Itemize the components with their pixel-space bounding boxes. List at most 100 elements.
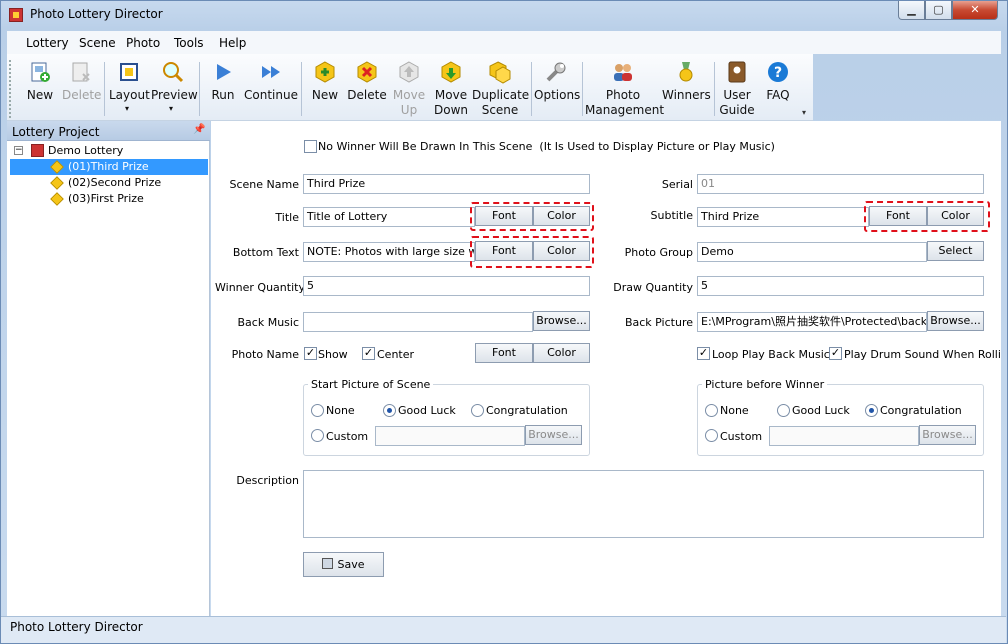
continue-button[interactable]: Continue <box>244 56 298 118</box>
start-none-label: None <box>326 404 355 417</box>
tree-item-scene-3[interactable]: (03)First Prize <box>68 191 144 207</box>
back-music-input[interactable] <box>303 312 533 332</box>
photo-name-font-button[interactable]: Font <box>475 343 533 363</box>
new-scene-label: New <box>311 88 339 102</box>
toolbar-overflow-icon[interactable]: ▾ <box>802 108 806 117</box>
layout-dropdown-icon: ▾ <box>125 104 130 113</box>
new-project-icon <box>31 62 50 82</box>
description-textarea[interactable] <box>303 470 984 538</box>
back-picture-browse-button[interactable]: Browse... <box>927 311 984 331</box>
photo-name-color-button[interactable]: Color <box>533 343 590 363</box>
loop-music-checkbox[interactable]: ✓ <box>697 347 710 360</box>
faq-button[interactable]: ? FAQ <box>760 56 796 118</box>
serial-label: Serial <box>661 178 693 191</box>
back-music-browse-button[interactable]: Browse... <box>533 311 590 331</box>
move-up-button[interactable]: Move Up <box>391 56 427 118</box>
start-picture-title: Start Picture of Scene <box>308 378 434 391</box>
duplicate-scene-button[interactable]: Duplicate Scene <box>472 56 529 118</box>
run-button[interactable]: Run <box>205 56 241 118</box>
continue-label: Continue <box>244 88 298 102</box>
delete-scene-icon <box>357 61 377 83</box>
tree-collapse-icon[interactable]: − <box>14 146 23 155</box>
draw-quantity-input[interactable]: 5 <box>697 276 984 296</box>
winner-quantity-input[interactable]: 5 <box>303 276 590 296</box>
delete-scene-button[interactable]: Delete <box>347 56 387 118</box>
toolbar-separator <box>301 62 302 116</box>
options-label: Options <box>534 88 581 102</box>
show-checkbox[interactable]: ✓ <box>304 347 317 360</box>
preview-label: Preview <box>151 88 198 102</box>
toolbar-separator <box>104 62 105 116</box>
start-none-radio[interactable] <box>311 404 324 417</box>
before-congratulation-label: Congratulation <box>880 404 962 417</box>
tree-item-scene-1[interactable]: (01)Third Prize <box>68 159 149 175</box>
menu-photo[interactable]: Photo <box>126 36 160 50</box>
before-custom-browse-button[interactable]: Browse... <box>919 425 976 445</box>
close-button[interactable]: ✕ <box>952 1 998 20</box>
toolbar-grip[interactable] <box>9 60 12 118</box>
photo-group-input[interactable]: Demo <box>697 242 927 262</box>
move-down-button[interactable]: Move Down <box>431 56 471 118</box>
layout-icon <box>120 63 138 81</box>
serial-input[interactable]: 01 <box>697 174 984 194</box>
no-winner-label: No Winner Will Be Drawn In This Scene (I… <box>318 140 775 153</box>
tree-item-scene-2[interactable]: (02)Second Prize <box>68 175 161 191</box>
lottery-project-icon <box>31 144 44 157</box>
before-custom-radio[interactable] <box>705 429 718 442</box>
user-guide-button[interactable]: User Guide <box>719 56 755 118</box>
start-custom-browse-button[interactable]: Browse... <box>525 425 582 445</box>
layout-button[interactable]: Layout ▾ <box>109 56 150 118</box>
center-checkbox[interactable]: ✓ <box>362 347 375 360</box>
minimize-button[interactable]: ▁ <box>898 1 925 20</box>
menu-help[interactable]: Help <box>219 36 246 50</box>
play-icon <box>217 64 231 80</box>
photo-group-label: Photo Group <box>624 246 693 259</box>
scene-name-input[interactable]: Third Prize <box>303 174 590 194</box>
subtitle-input[interactable]: Third Prize <box>697 207 869 227</box>
menu-tools[interactable]: Tools <box>174 36 204 50</box>
drum-sound-checkbox[interactable]: ✓ <box>829 347 842 360</box>
maximize-button[interactable]: ▢ <box>925 1 952 20</box>
new-scene-button[interactable]: New <box>307 56 343 118</box>
back-picture-input[interactable]: E:\MProgram\照片抽奖软件\Protected\back.jp <box>697 312 927 332</box>
before-none-label: None <box>720 404 749 417</box>
photo-group-select-button[interactable]: Select <box>927 241 984 261</box>
pin-icon[interactable]: 📌 <box>193 124 205 135</box>
back-picture-label: Back Picture <box>624 316 693 329</box>
tree-root[interactable]: Demo Lottery <box>48 143 123 159</box>
layout-label: Layout <box>109 88 150 102</box>
show-label: Show <box>318 348 348 361</box>
toolbar-separator <box>199 62 200 116</box>
options-button[interactable]: Options <box>534 56 581 118</box>
start-congratulation-radio[interactable] <box>471 404 484 417</box>
medal-icon <box>679 62 693 82</box>
menu-lottery[interactable]: Lottery <box>26 36 69 50</box>
before-congratulation-radio[interactable] <box>865 404 878 417</box>
title-input[interactable]: Title of Lottery <box>303 207 475 227</box>
bottom-text-input[interactable]: NOTE: Photos with large size will m <box>303 242 475 262</box>
winners-button[interactable]: Winners <box>662 56 711 118</box>
delete-lottery-button[interactable]: Delete <box>62 56 101 118</box>
photo-management-button[interactable]: Photo Management <box>585 56 665 118</box>
start-custom-radio[interactable] <box>311 429 324 442</box>
faq-label: FAQ <box>766 88 790 102</box>
preview-button[interactable]: Preview ▾ <box>151 56 198 118</box>
duplicate-icon <box>489 61 511 84</box>
before-none-radio[interactable] <box>705 404 718 417</box>
photo-management-label-2: Management <box>585 103 665 117</box>
scene-name-label: Scene Name <box>229 178 300 191</box>
menu-scene[interactable]: Scene <box>79 36 116 50</box>
before-good-luck-label: Good Luck <box>792 404 850 417</box>
start-good-luck-radio[interactable] <box>383 404 396 417</box>
before-custom-input[interactable] <box>769 426 919 446</box>
start-custom-input[interactable] <box>375 426 525 446</box>
user-guide-label-2: Guide <box>719 103 755 117</box>
start-congratulation-label: Congratulation <box>486 404 568 417</box>
save-button[interactable]: Save <box>303 552 384 577</box>
no-winner-checkbox[interactable] <box>304 140 317 153</box>
scene-form <box>211 121 1001 616</box>
app-icon <box>9 8 23 22</box>
before-good-luck-radio[interactable] <box>777 404 790 417</box>
new-lottery-button[interactable]: New <box>22 56 58 118</box>
before-custom-label: Custom <box>720 430 763 443</box>
